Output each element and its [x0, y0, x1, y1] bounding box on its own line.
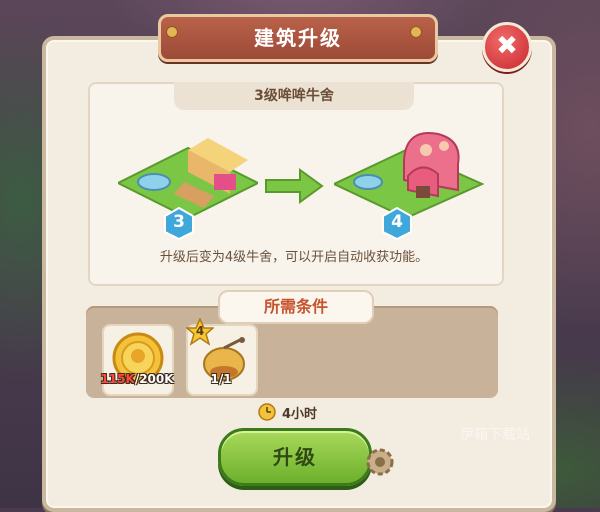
star-level-number: 4 [195, 324, 205, 338]
rivet-icon [410, 26, 422, 38]
building-requirement-count: 1/1 [210, 372, 232, 386]
next-level-badge: 4 [380, 206, 414, 241]
upgrade-time-text: 4小时 [282, 406, 318, 422]
clock-icon [258, 403, 276, 421]
rivet-icon [166, 26, 178, 38]
current-level-badge: 3 [162, 206, 196, 241]
watermark: 伊箱下载站 [460, 427, 530, 443]
gear-icon [366, 448, 394, 476]
arrow-right-icon [265, 168, 324, 204]
requirements-label: 所需条件 [218, 290, 374, 324]
upgrade-time: 4小时 [258, 402, 317, 422]
upgrade-description: 升级后变为4级牛舍，可以开启自动收获功能。 [159, 250, 429, 265]
close-button[interactable]: ✖ [482, 22, 532, 72]
dialog-title: 建筑升级 [158, 14, 438, 62]
gold-requirement-count: 115K/200K [100, 372, 174, 386]
close-icon: ✖ [496, 31, 518, 61]
upgrade-button[interactable]: 升级 [218, 428, 372, 486]
building-name: 3级哞哞牛舍 [174, 82, 414, 110]
